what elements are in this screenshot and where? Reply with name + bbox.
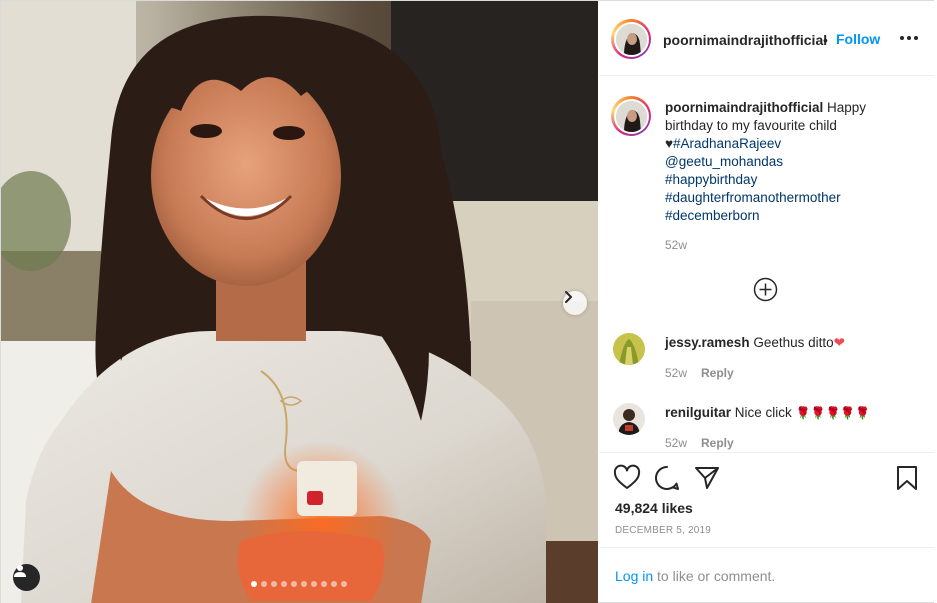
comment-icon[interactable] (653, 464, 681, 492)
share-icon[interactable] (693, 464, 721, 492)
bookmark-icon[interactable] (893, 464, 921, 492)
comment-meta: 52w Reply (665, 436, 734, 450)
post-date[interactable]: DECEMBER 5, 2019 (615, 525, 711, 536)
commenter-avatar[interactable] (613, 403, 645, 435)
carousel-dot (271, 581, 277, 587)
post-photo[interactable] (1, 1, 598, 603)
follow-button[interactable]: Follow (836, 31, 880, 47)
next-photo-button[interactable] (563, 291, 587, 315)
caption-timestamp[interactable]: 52w (665, 238, 687, 252)
author-username[interactable]: poornimaindrajithofficial (663, 32, 827, 48)
caption-avatar[interactable] (611, 96, 651, 136)
commenter-avatar[interactable] (613, 333, 645, 365)
comments-section[interactable]: poornimaindrajithofficial Happy birthday… (599, 77, 934, 451)
commenter-username[interactable]: renilguitar (665, 405, 731, 420)
post-header: poornimaindrajithofficial • Follow (599, 1, 934, 76)
caption-username[interactable]: poornimaindrajithofficial (665, 100, 823, 115)
post-container: poornimaindrajithofficial • Follow poorn… (0, 0, 934, 603)
add-circle-icon[interactable] (753, 277, 778, 302)
more-options-icon[interactable] (897, 28, 921, 48)
carousel-indicator (251, 581, 347, 587)
comment-timestamp[interactable]: 52w (665, 436, 687, 450)
carousel-dot (311, 581, 317, 587)
comment-body: Geethus ditto (753, 335, 834, 350)
carousel-dot (251, 581, 257, 587)
reply-button[interactable]: Reply (701, 436, 734, 450)
carousel-dot (331, 581, 337, 587)
comment-meta: 52w Reply (665, 366, 734, 380)
login-rest-text: to like or comment. (653, 568, 776, 584)
author-photo (615, 23, 647, 55)
action-bar: 49,824 likes DECEMBER 5, 2019 (599, 452, 934, 547)
login-prompt: Log in to like or comment. (599, 547, 934, 602)
carousel-dot (281, 581, 287, 587)
author-avatar[interactable] (611, 19, 651, 59)
reply-button[interactable]: Reply (701, 366, 734, 380)
comment-emoji: ❤ (833, 335, 845, 350)
commenter-username[interactable]: jessy.ramesh (665, 335, 750, 350)
post-details-panel: poornimaindrajithofficial • Follow poorn… (599, 1, 934, 602)
carousel-dot (291, 581, 297, 587)
mention[interactable]: @geetu_mohandas (665, 153, 915, 171)
hashtag[interactable]: #daughterfromanothermother (665, 189, 915, 207)
comment-text: jessy.ramesh Geethus ditto❤ (665, 335, 845, 351)
login-link[interactable]: Log in (615, 568, 653, 584)
commenter-photo (613, 403, 645, 435)
hashtag[interactable]: #AradhanaRajeev (673, 136, 781, 151)
user-tags-button[interactable] (13, 564, 40, 591)
carousel-dot (321, 581, 327, 587)
comment-timestamp[interactable]: 52w (665, 366, 687, 380)
hashtag[interactable]: #decemberborn (665, 207, 915, 225)
heart-glyph: ♥ (665, 136, 674, 151)
carousel-dot (261, 581, 267, 587)
comment-emoji: 🌹🌹🌹🌹🌹 (795, 406, 871, 420)
commenter-photo (613, 333, 645, 365)
heart-icon[interactable] (613, 464, 641, 492)
caption-text: poornimaindrajithofficial Happy birthday… (665, 99, 915, 225)
author-photo (615, 100, 647, 132)
login-prompt-text: Log in to like or comment. (615, 568, 775, 584)
carousel-dot (301, 581, 307, 587)
likes-count[interactable]: 49,824 likes (615, 500, 693, 516)
user-tag-icon (14, 565, 26, 577)
photo-illustration (1, 1, 598, 603)
hashtag[interactable]: #happybirthday (665, 171, 915, 189)
carousel-dot (341, 581, 347, 587)
separator-dot: • (823, 32, 828, 48)
comment-text: renilguitar Nice click 🌹🌹🌹🌹🌹 (665, 405, 870, 420)
chevron-right-icon (565, 291, 572, 303)
comment-body: Nice click (734, 405, 792, 420)
